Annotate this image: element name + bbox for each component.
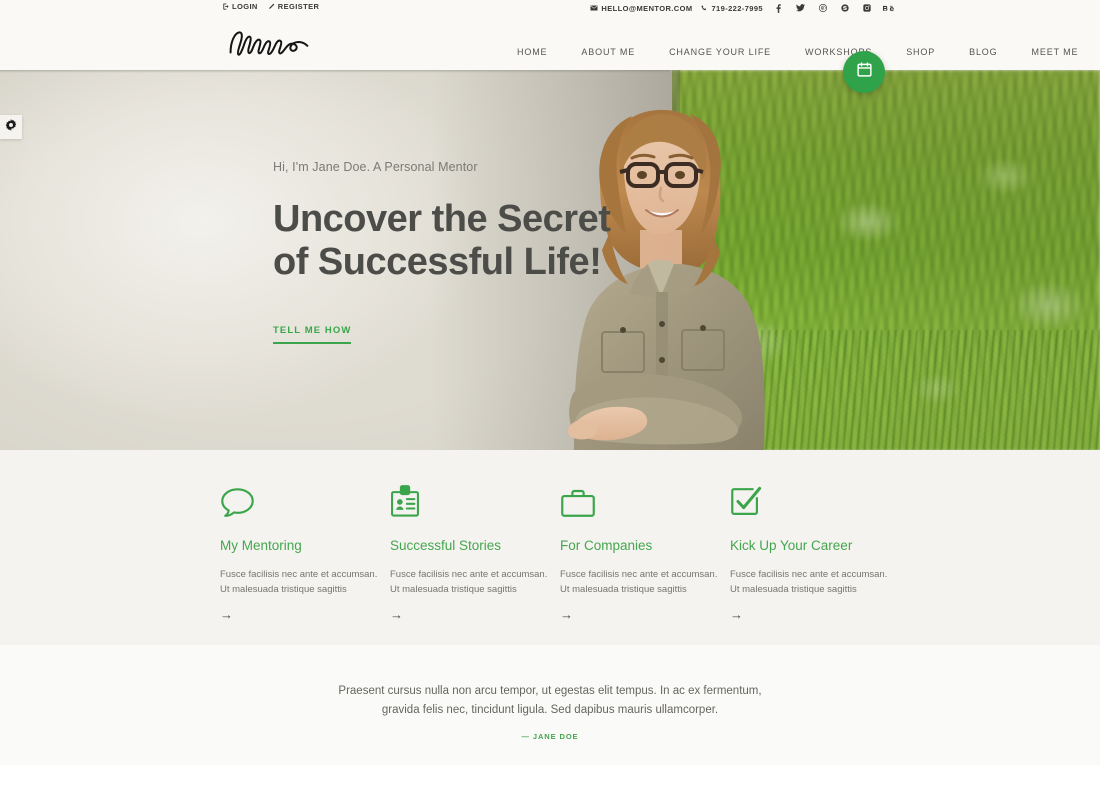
feature-title: My Mentoring — [220, 538, 302, 553]
login-label: LOGIN — [232, 2, 258, 11]
nav-item-meet-me[interactable]: MEET ME — [1015, 47, 1096, 57]
top-bar: LOGIN REGISTER HELLO@MENTOR.COM 719-222-… — [0, 0, 1100, 16]
register-link[interactable]: REGISTER — [268, 2, 320, 11]
email-text: HELLO@MENTOR.COM — [601, 3, 693, 13]
hero-subtitle: Hi, I'm Jane Doe. A Personal Mentor — [273, 160, 478, 174]
facebook-icon[interactable] — [772, 2, 785, 14]
twitter-icon[interactable] — [794, 2, 807, 14]
calendar-icon — [856, 61, 873, 83]
id-badge-icon — [390, 482, 560, 518]
header-divider — [0, 70, 670, 73]
top-bar-left-links: LOGIN REGISTER — [222, 2, 319, 11]
pencil-icon — [268, 3, 275, 10]
phone-link[interactable]: 719-222-7995 — [701, 4, 763, 13]
testimonial-section: Praesent cursus nulla non arcu tempor, u… — [0, 645, 1100, 765]
envelope-icon — [590, 5, 598, 11]
pinterest-icon[interactable] — [816, 2, 829, 14]
behance-icon[interactable] — [882, 2, 895, 14]
site-header: HOME ABOUT ME CHANGE YOUR LIFE WORKSHOPS… — [0, 16, 1100, 70]
hero-cta-button[interactable]: TELL ME HOW — [273, 325, 352, 344]
calendar-floating-button[interactable] — [843, 51, 885, 93]
speech-bubble-icon — [220, 482, 390, 518]
feature-title: For Companies — [560, 538, 653, 553]
testimonial-text: Praesent cursus nulla non arcu tempor, u… — [338, 685, 762, 716]
checkbox-check-icon — [730, 482, 900, 518]
feature-card-my-mentoring: My Mentoring Fusce facilisis nec ante et… — [220, 482, 390, 624]
hero-title: Uncover the Secret of Successful Life! — [273, 198, 611, 284]
testimonial-author: — JANE DOE — [521, 731, 579, 741]
hero-section: Hi, I'm Jane Doe. A Personal Mentor Unco… — [0, 70, 1100, 450]
feature-title: Kick Up Your Career — [730, 538, 853, 553]
feature-card-for-companies: For Companies Fusce facilisis nec ante e… — [560, 482, 730, 624]
page-bottom-spacer — [0, 765, 1100, 800]
briefcase-icon — [560, 482, 730, 518]
feature-arrow-link[interactable]: → — [220, 608, 233, 621]
features-section: My Mentoring Fusce facilisis nec ante et… — [0, 450, 1100, 645]
site-logo[interactable] — [220, 20, 316, 62]
phone-text: 719-222-7995 — [711, 3, 763, 13]
login-icon — [222, 3, 229, 10]
feature-card-successful-stories: Successful Stories Fusce facilisis nec a… — [390, 482, 560, 624]
feature-description: Fusce facilisis nec ante et accumsan. Ut… — [390, 569, 548, 595]
page-root: LOGIN REGISTER HELLO@MENTOR.COM 719-222-… — [0, 0, 1100, 800]
instagram-icon[interactable] — [860, 2, 873, 14]
gear-icon — [5, 118, 17, 136]
main-navigation: HOME ABOUT ME CHANGE YOUR LIFE WORKSHOPS… — [500, 47, 1095, 57]
feature-description: Fusce facilisis nec ante et accumsan. Ut… — [730, 569, 888, 595]
email-link[interactable]: HELLO@MENTOR.COM — [590, 4, 692, 13]
nav-item-change-your-life[interactable]: CHANGE YOUR LIFE — [652, 47, 788, 57]
feature-arrow-link[interactable]: → — [390, 608, 403, 621]
nav-item-home[interactable]: HOME — [500, 47, 564, 57]
feature-description: Fusce facilisis nec ante et accumsan. Ut… — [560, 569, 718, 595]
feature-description: Fusce facilisis nec ante et accumsan. Ut… — [220, 569, 378, 595]
features-row: My Mentoring Fusce facilisis nec ante et… — [220, 482, 910, 624]
hero-content: Hi, I'm Jane Doe. A Personal Mentor Unco… — [273, 160, 611, 344]
nav-item-shop[interactable]: SHOP — [889, 47, 952, 57]
feature-title: Successful Stories — [390, 538, 502, 553]
login-link[interactable]: LOGIN — [222, 2, 258, 11]
skype-icon[interactable] — [838, 2, 851, 14]
feature-arrow-link[interactable]: → — [730, 608, 743, 621]
phone-icon — [701, 5, 708, 12]
register-label: REGISTER — [277, 2, 320, 11]
top-bar-right-info: HELLO@MENTOR.COM 719-222-7995 — [590, 2, 895, 14]
feature-card-kick-up-your-career: Kick Up Your Career Fusce facilisis nec … — [730, 482, 900, 624]
settings-panel-toggle[interactable] — [0, 115, 22, 139]
nav-item-blog[interactable]: BLOG — [952, 47, 1014, 57]
feature-arrow-link[interactable]: → — [560, 608, 573, 621]
nav-item-about-me[interactable]: ABOUT ME — [564, 47, 652, 57]
